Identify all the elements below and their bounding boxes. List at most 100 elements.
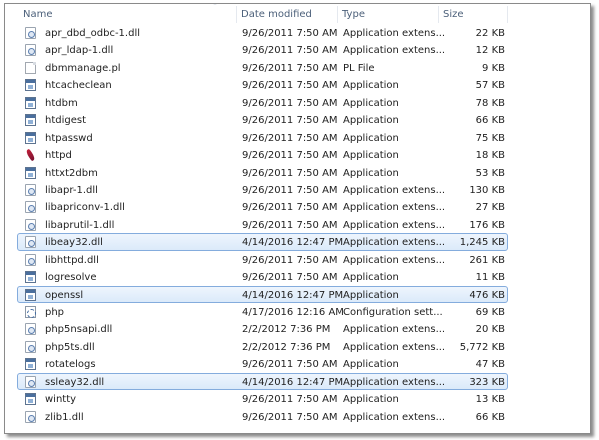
- file-name: httxt2dbm: [45, 167, 98, 179]
- file-row[interactable]: ssleay32.dll 4/14/2016 12:47 PM Applicatio…: [17, 372, 508, 391]
- file-size: 53 KB: [475, 167, 505, 179]
- apache-feather-icon: [25, 149, 37, 161]
- file-size: 476 KB: [469, 289, 505, 301]
- file-row[interactable]: apr_ldap-1.dll 9/26/2011 7:50 AM Applicati…: [17, 41, 508, 58]
- file-size: 12 KB: [475, 45, 505, 57]
- file-row[interactable]: libapriconv-1.dll 9/26/2011 7:50 AM Applic…: [17, 198, 508, 215]
- file-size: 57 KB: [475, 80, 505, 92]
- dll-file-icon: [25, 340, 36, 353]
- file-type: Application: [343, 359, 399, 371]
- file-type: Application extens...: [343, 184, 446, 196]
- file-row[interactable]: zlib1.dll 9/26/2011 7:50 AM Application ex…: [17, 408, 508, 425]
- file-type: Application: [343, 115, 399, 127]
- file-size: 13 KB: [475, 394, 505, 406]
- file-date-modified: 9/26/2011 7:50 AM: [242, 150, 338, 162]
- application-icon: [25, 166, 36, 179]
- dll-file-icon: [25, 218, 36, 231]
- file-name: php5ts.dll: [45, 341, 95, 353]
- column-header-size[interactable]: Size: [443, 9, 464, 20]
- file-row[interactable]: php5ts.dll 2/2/2012 7:36 PM Application ex…: [17, 338, 508, 355]
- file-date-modified: 9/26/2011 7:50 AM: [242, 45, 338, 57]
- dll-file-icon: [25, 410, 36, 423]
- file-name: logresolve: [45, 272, 97, 284]
- dll-file-icon: [25, 323, 36, 336]
- column-header-bar: Name ˄ Date modified Type Size: [5, 4, 590, 24]
- dll-file-icon: [25, 183, 36, 196]
- file-row[interactable]: httpd 9/26/2011 7:50 AM Application 18 KB: [17, 146, 508, 163]
- file-type: Application: [343, 97, 399, 109]
- file-name: libapriconv-1.dll: [45, 202, 125, 214]
- file-type: Application: [343, 167, 399, 179]
- file-date-modified: 9/26/2011 7:50 AM: [242, 80, 338, 92]
- file-size: 20 KB: [475, 324, 505, 336]
- file-row[interactable]: logresolve 9/26/2011 7:50 AM Application 11…: [17, 268, 508, 285]
- file-name: openssl: [45, 289, 84, 301]
- file-size: 323 KB: [469, 376, 505, 388]
- file-row[interactable]: wintty 9/26/2011 7:50 AM Application 13 KB: [17, 390, 508, 407]
- file-name: wintty: [45, 394, 77, 406]
- file-size: 75 KB: [475, 132, 505, 144]
- file-date-modified: 9/26/2011 7:50 AM: [242, 167, 338, 179]
- file-type: Application extens...: [343, 376, 446, 388]
- file-row[interactable]: htdigest 9/26/2011 7:50 AM Application 66 K…: [17, 111, 508, 128]
- file-name: php: [45, 307, 65, 318]
- file-date-modified: 9/26/2011 7:50 AM: [242, 28, 338, 39]
- file-name: htdigest: [45, 115, 87, 127]
- file-name: libhttpd.dll: [45, 254, 99, 266]
- file-row[interactable]: libhttpd.dll 9/26/2011 7:50 AM Application…: [17, 251, 508, 268]
- file-size: 47 KB: [475, 359, 505, 371]
- application-icon: [25, 393, 36, 406]
- file-row[interactable]: php 4/17/2016 12:16 AM Configuration sett.…: [17, 303, 508, 320]
- application-icon: [25, 96, 36, 109]
- file-row[interactable]: htpasswd 9/26/2011 7:50 AM Application 75 K…: [17, 129, 508, 146]
- file-row[interactable]: libeay32.dll 4/14/2016 12:47 PM Applicatio…: [17, 233, 508, 251]
- file-size: 130 KB: [469, 184, 505, 196]
- dll-file-icon: [25, 253, 36, 266]
- file-row[interactable]: php5nsapi.dll 2/2/2012 7:36 PM Application…: [17, 320, 508, 337]
- application-icon: [25, 114, 36, 127]
- file-type: Application extens...: [343, 219, 446, 231]
- column-header-type[interactable]: Type: [342, 9, 365, 20]
- file-row[interactable]: apr_dbd_odbc-1.dll 9/26/2011 7:50 AM Appli…: [17, 24, 508, 41]
- file-type: Application: [343, 132, 399, 144]
- file-type: Configuration sett...: [343, 307, 443, 318]
- file-date-modified: 2/2/2012 7:36 PM: [242, 324, 331, 336]
- file-row[interactable]: htcacheclean 9/26/2011 7:50 AM Application…: [17, 76, 508, 93]
- column-divider[interactable]: [438, 6, 439, 23]
- file-type: Application extens...: [343, 341, 446, 353]
- file-size: 66 KB: [475, 411, 505, 423]
- file-size: 22 KB: [475, 28, 505, 39]
- file-row[interactable]: libaprutil-1.dll 9/26/2011 7:50 AM Applica…: [17, 216, 508, 233]
- column-header-name[interactable]: Name: [23, 9, 53, 20]
- file-row[interactable]: httxt2dbm 9/26/2011 7:50 AM Application 53 …: [17, 164, 508, 181]
- column-header-date[interactable]: Date modified: [241, 9, 312, 20]
- file-row[interactable]: openssl 4/14/2016 12:47 PM Application 476 …: [17, 285, 508, 303]
- file-row[interactable]: htdbm 9/26/2011 7:50 AM Application 78 KB: [17, 94, 508, 111]
- dll-file-icon: [25, 375, 36, 388]
- file-size: 1,245 KB: [459, 237, 505, 249]
- file-size: 261 KB: [469, 254, 505, 266]
- file-date-modified: 9/26/2011 7:50 AM: [242, 115, 338, 127]
- application-icon: [25, 271, 36, 284]
- application-icon: [25, 131, 36, 144]
- file-name: libapr-1.dll: [45, 184, 98, 196]
- file-date-modified: 9/26/2011 7:50 AM: [242, 97, 338, 109]
- file-row[interactable]: libapr-1.dll 9/26/2011 7:50 AM Application…: [17, 181, 508, 198]
- column-divider[interactable]: [507, 6, 508, 23]
- file-date-modified: 4/17/2016 12:16 AM: [242, 307, 344, 318]
- file-size: 69 KB: [475, 307, 505, 318]
- application-icon: [25, 358, 36, 371]
- dll-file-icon: [25, 27, 36, 39]
- file-row[interactable]: rotatelogs 9/26/2011 7:50 AM Application 47…: [17, 355, 508, 372]
- column-divider[interactable]: [236, 6, 237, 23]
- file-row[interactable]: dbmmanage.pl 9/26/2011 7:50 AM PL File 9 KB: [17, 59, 508, 76]
- file-size: 66 KB: [475, 115, 505, 127]
- column-divider[interactable]: [337, 6, 338, 23]
- file-name: htcacheclean: [45, 80, 112, 92]
- application-icon: [25, 288, 36, 301]
- file-type: Application extens...: [343, 411, 446, 423]
- file-name: htpasswd: [45, 132, 93, 144]
- sort-ascending-icon: ˄: [213, 3, 217, 11]
- file-date-modified: 9/26/2011 7:50 AM: [242, 359, 338, 371]
- file-name: libeay32.dll: [45, 237, 103, 249]
